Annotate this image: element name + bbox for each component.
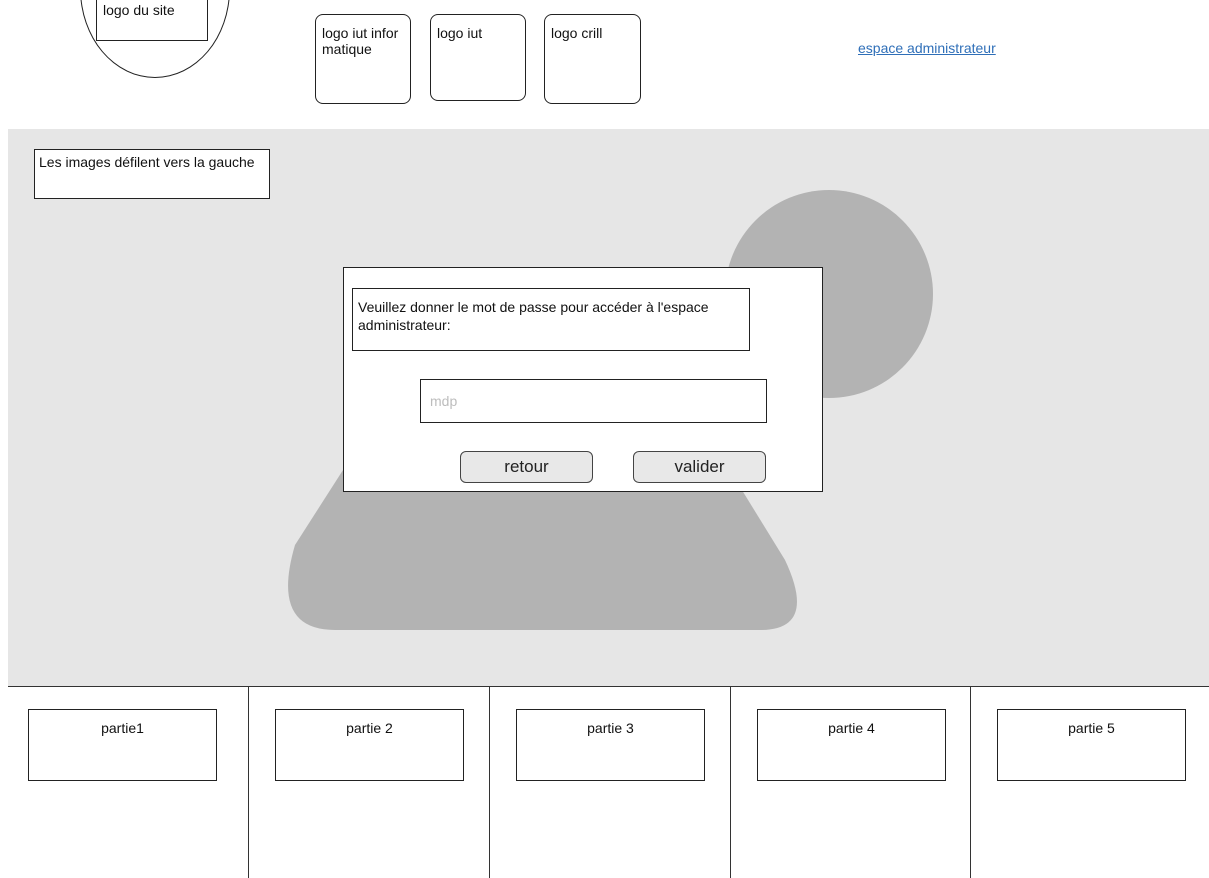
- footer-column-divider: [730, 686, 731, 878]
- part-4-box[interactable]: partie 4: [757, 709, 946, 781]
- part-1-box[interactable]: partie1: [28, 709, 217, 781]
- validate-button[interactable]: valider: [633, 451, 766, 483]
- dialog-message: Veuillez donner le mot de passe pour acc…: [352, 288, 750, 351]
- part-5-box[interactable]: partie 5: [997, 709, 1186, 781]
- carousel-note: Les images défilent vers la gauche: [34, 149, 270, 199]
- password-input[interactable]: [420, 379, 767, 423]
- footer-column-divider: [248, 686, 249, 878]
- part-2-box[interactable]: partie 2: [275, 709, 464, 781]
- footer-column-divider: [970, 686, 971, 878]
- part-3-box[interactable]: partie 3: [516, 709, 705, 781]
- page: logo du site logo iut informatique logo …: [0, 0, 1209, 878]
- footer-divider: [8, 686, 1209, 687]
- footer-column-divider: [489, 686, 490, 878]
- back-button[interactable]: retour: [460, 451, 593, 483]
- admin-password-dialog: Veuillez donner le mot de passe pour acc…: [343, 267, 823, 492]
